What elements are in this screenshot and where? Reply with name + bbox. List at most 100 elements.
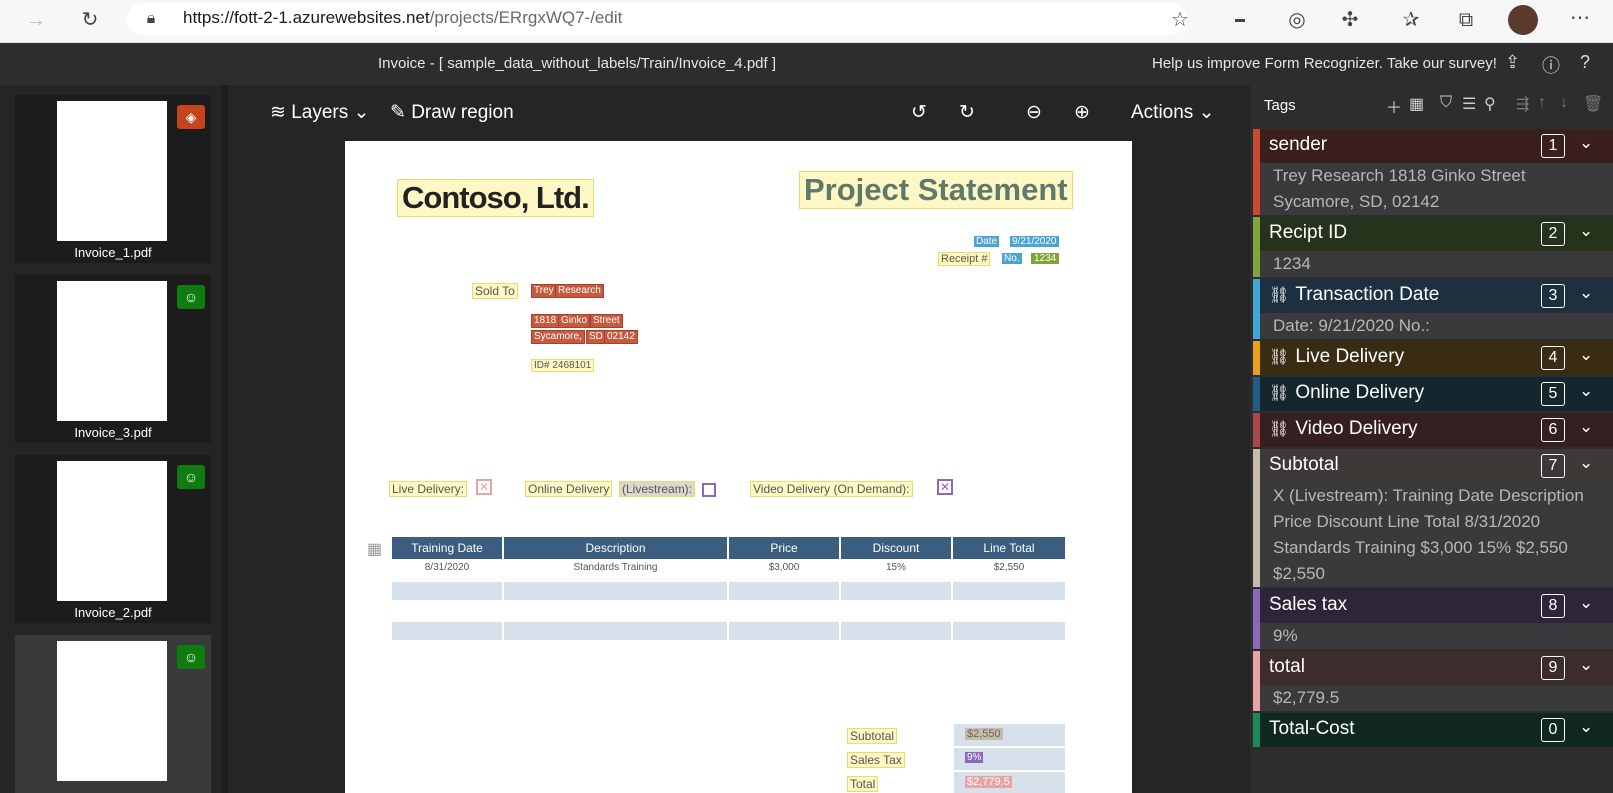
- tag-recipt-id[interactable]: Recipt ID 2 ⌄ 1234: [1253, 217, 1613, 277]
- merge-icon[interactable]: ⇶: [1516, 94, 1529, 114]
- tag-video-delivery[interactable]: ⛓ Video Delivery 6 ⌄: [1253, 413, 1613, 447]
- thumbnail-item[interactable]: ☺ Invoice_2.pdf: [15, 455, 211, 623]
- rotate-right-icon[interactable]: ↻: [959, 101, 975, 124]
- tag-transaction-date[interactable]: ⛓ Transaction Date 3 ⌄ Date: 9/21/2020 No…: [1253, 279, 1613, 339]
- table-header[interactable]: Line Total: [953, 537, 1065, 559]
- collections-icon[interactable]: ⧉: [1452, 8, 1480, 32]
- tag-header[interactable]: Subtotal 7 ⌄: [1253, 449, 1613, 483]
- tag-header[interactable]: ⛓ Online Delivery 5 ⌄: [1253, 377, 1613, 411]
- video-delivery-checkbox[interactable]: ✕: [937, 479, 953, 495]
- extension-circle-icon[interactable]: ◎: [1283, 8, 1311, 32]
- lock-icon[interactable]: 🔒︎: [137, 7, 165, 31]
- add-favorite-icon[interactable]: ☆: [1166, 8, 1194, 32]
- move-up-icon[interactable]: ↑: [1538, 94, 1546, 112]
- table-cell[interactable]: Standards Training: [504, 562, 727, 573]
- chevron-down-icon[interactable]: ⌄: [1579, 381, 1593, 401]
- forward-icon[interactable]: →: [22, 8, 50, 32]
- favorites-icon[interactable]: ✰: [1397, 8, 1425, 32]
- sender-word[interactable]: Research: [555, 284, 604, 298]
- table-cell[interactable]: $2,550: [953, 562, 1065, 573]
- tag-header[interactable]: total 9 ⌄: [1253, 651, 1613, 685]
- id-line[interactable]: ID# 2468101: [531, 359, 595, 372]
- tax-value[interactable]: 9%: [965, 752, 984, 763]
- zoom-in-icon[interactable]: ⊕: [1074, 101, 1090, 124]
- table-header[interactable]: Price: [729, 537, 839, 559]
- add-table-tag-icon[interactable]: ▦: [1409, 94, 1424, 114]
- tax-label[interactable]: Sales Tax: [847, 752, 905, 768]
- help-icon[interactable]: ?: [1580, 52, 1590, 73]
- layers-button[interactable]: ≋ Layers ⌄: [270, 101, 369, 124]
- live-delivery-checkbox[interactable]: ✕: [476, 479, 492, 495]
- tag-online-delivery[interactable]: ⛓ Online Delivery 5 ⌄: [1253, 377, 1613, 411]
- chevron-down-icon[interactable]: ⌄: [1579, 133, 1593, 153]
- extensions-icon[interactable]: ✣: [1336, 8, 1364, 32]
- share-icon[interactable]: ⇪: [1505, 52, 1520, 73]
- total-value[interactable]: $2,779.5: [965, 776, 1012, 788]
- info-icon[interactable]: ⓘ: [1542, 52, 1560, 78]
- move-down-icon[interactable]: ↓: [1560, 94, 1568, 112]
- tag-header[interactable]: Total-Cost 0 ⌄: [1253, 713, 1613, 747]
- thumbnail-item-selected[interactable]: ☺: [15, 635, 211, 793]
- tag-header[interactable]: ⛓ Transaction Date 3 ⌄: [1253, 279, 1613, 313]
- subtotal-label[interactable]: Subtotal: [847, 728, 898, 744]
- table-cell[interactable]: $3,000: [729, 562, 839, 573]
- sender-word[interactable]: Sycamore,: [531, 330, 585, 344]
- table-cell[interactable]: 15%: [841, 562, 951, 573]
- tag-header[interactable]: Sales tax 8 ⌄: [1253, 589, 1613, 623]
- online-delivery-label[interactable]: Online Delivery: [525, 481, 613, 497]
- chevron-down-icon[interactable]: ⌄: [1579, 221, 1593, 241]
- delete-icon[interactable]: 🗑︎: [1583, 94, 1603, 114]
- table-icon[interactable]: ▦: [367, 539, 382, 559]
- actions-button[interactable]: Actions ⌄: [1131, 101, 1215, 124]
- thumbnail-item[interactable]: ☺ Invoice_3.pdf: [15, 275, 211, 443]
- profile-avatar[interactable]: [1508, 5, 1538, 35]
- tag-header[interactable]: sender 1 ⌄: [1253, 129, 1613, 163]
- chevron-down-icon[interactable]: ⌄: [1579, 283, 1593, 303]
- add-tag-icon[interactable]: ＋: [1386, 94, 1402, 118]
- chevron-down-icon[interactable]: ⌄: [1579, 345, 1593, 365]
- table-header[interactable]: Description: [504, 537, 727, 559]
- extension-icon[interactable]: ▬: [1226, 8, 1254, 32]
- chevron-down-icon[interactable]: ⌄: [1579, 453, 1593, 473]
- draw-region-button[interactable]: ✎ Draw region: [390, 101, 514, 124]
- tag-header[interactable]: ⛓ Live Delivery 4 ⌄: [1253, 341, 1613, 375]
- sender-word[interactable]: Trey: [531, 284, 557, 298]
- filter-icon[interactable]: ⛉: [1440, 94, 1452, 112]
- chevron-down-icon[interactable]: ⌄: [1579, 655, 1593, 675]
- thumbnail-item[interactable]: ◈ Invoice_1.pdf: [15, 95, 211, 263]
- tag-total[interactable]: total 9 ⌄ $2,779.5: [1253, 651, 1613, 711]
- list-icon[interactable]: ☰: [1462, 94, 1476, 114]
- table-header[interactable]: Training Date: [392, 537, 502, 559]
- table-cell[interactable]: 8/31/2020: [392, 562, 502, 573]
- tag-sender[interactable]: sender 1 ⌄ Trey Research 1818 Ginko Stre…: [1253, 129, 1613, 215]
- sender-word[interactable]: 02142: [604, 330, 638, 344]
- sender-word[interactable]: Ginko: [558, 314, 591, 328]
- date-label[interactable]: Date: [974, 236, 1000, 247]
- tag-subtotal[interactable]: Subtotal 7 ⌄ X (Livestream): Training Da…: [1253, 449, 1613, 587]
- search-icon[interactable]: ⚲: [1484, 94, 1496, 114]
- rotate-left-icon[interactable]: ↺: [911, 101, 927, 124]
- sender-word[interactable]: Street: [590, 314, 623, 328]
- receipt-label[interactable]: Receipt #: [938, 252, 991, 266]
- video-delivery-label[interactable]: Video Delivery (On Demand):: [750, 481, 913, 497]
- more-icon[interactable]: ⋯: [1566, 6, 1594, 30]
- table-header[interactable]: Discount: [841, 537, 951, 559]
- no-label[interactable]: No.: [1002, 253, 1022, 264]
- refresh-icon[interactable]: ↻: [76, 8, 104, 32]
- live-delivery-label[interactable]: Live Delivery:: [389, 481, 468, 497]
- receipt-number[interactable]: 1234: [1031, 253, 1060, 264]
- tag-sales-tax[interactable]: Sales tax 8 ⌄ 9%: [1253, 589, 1613, 649]
- sender-word[interactable]: 1818: [531, 314, 560, 328]
- tag-total-cost[interactable]: Total-Cost 0 ⌄: [1253, 713, 1613, 747]
- livestream-label[interactable]: (Livestream):: [619, 481, 696, 497]
- chevron-down-icon[interactable]: ⌄: [1579, 593, 1593, 613]
- survey-link[interactable]: Help us improve Form Recognizer. Take ou…: [1152, 55, 1497, 72]
- company-name[interactable]: Contoso, Ltd.: [397, 179, 594, 217]
- total-label[interactable]: Total: [847, 776, 879, 792]
- sold-to-label[interactable]: Sold To: [472, 283, 518, 299]
- url-text[interactable]: https://fott-2-1.azurewebsites.net/proje…: [183, 8, 622, 28]
- date-value[interactable]: 9/21/2020: [1010, 236, 1059, 247]
- zoom-out-icon[interactable]: ⊖: [1026, 101, 1042, 124]
- chevron-down-icon[interactable]: ⌄: [1579, 717, 1593, 737]
- chevron-down-icon[interactable]: ⌄: [1579, 417, 1593, 437]
